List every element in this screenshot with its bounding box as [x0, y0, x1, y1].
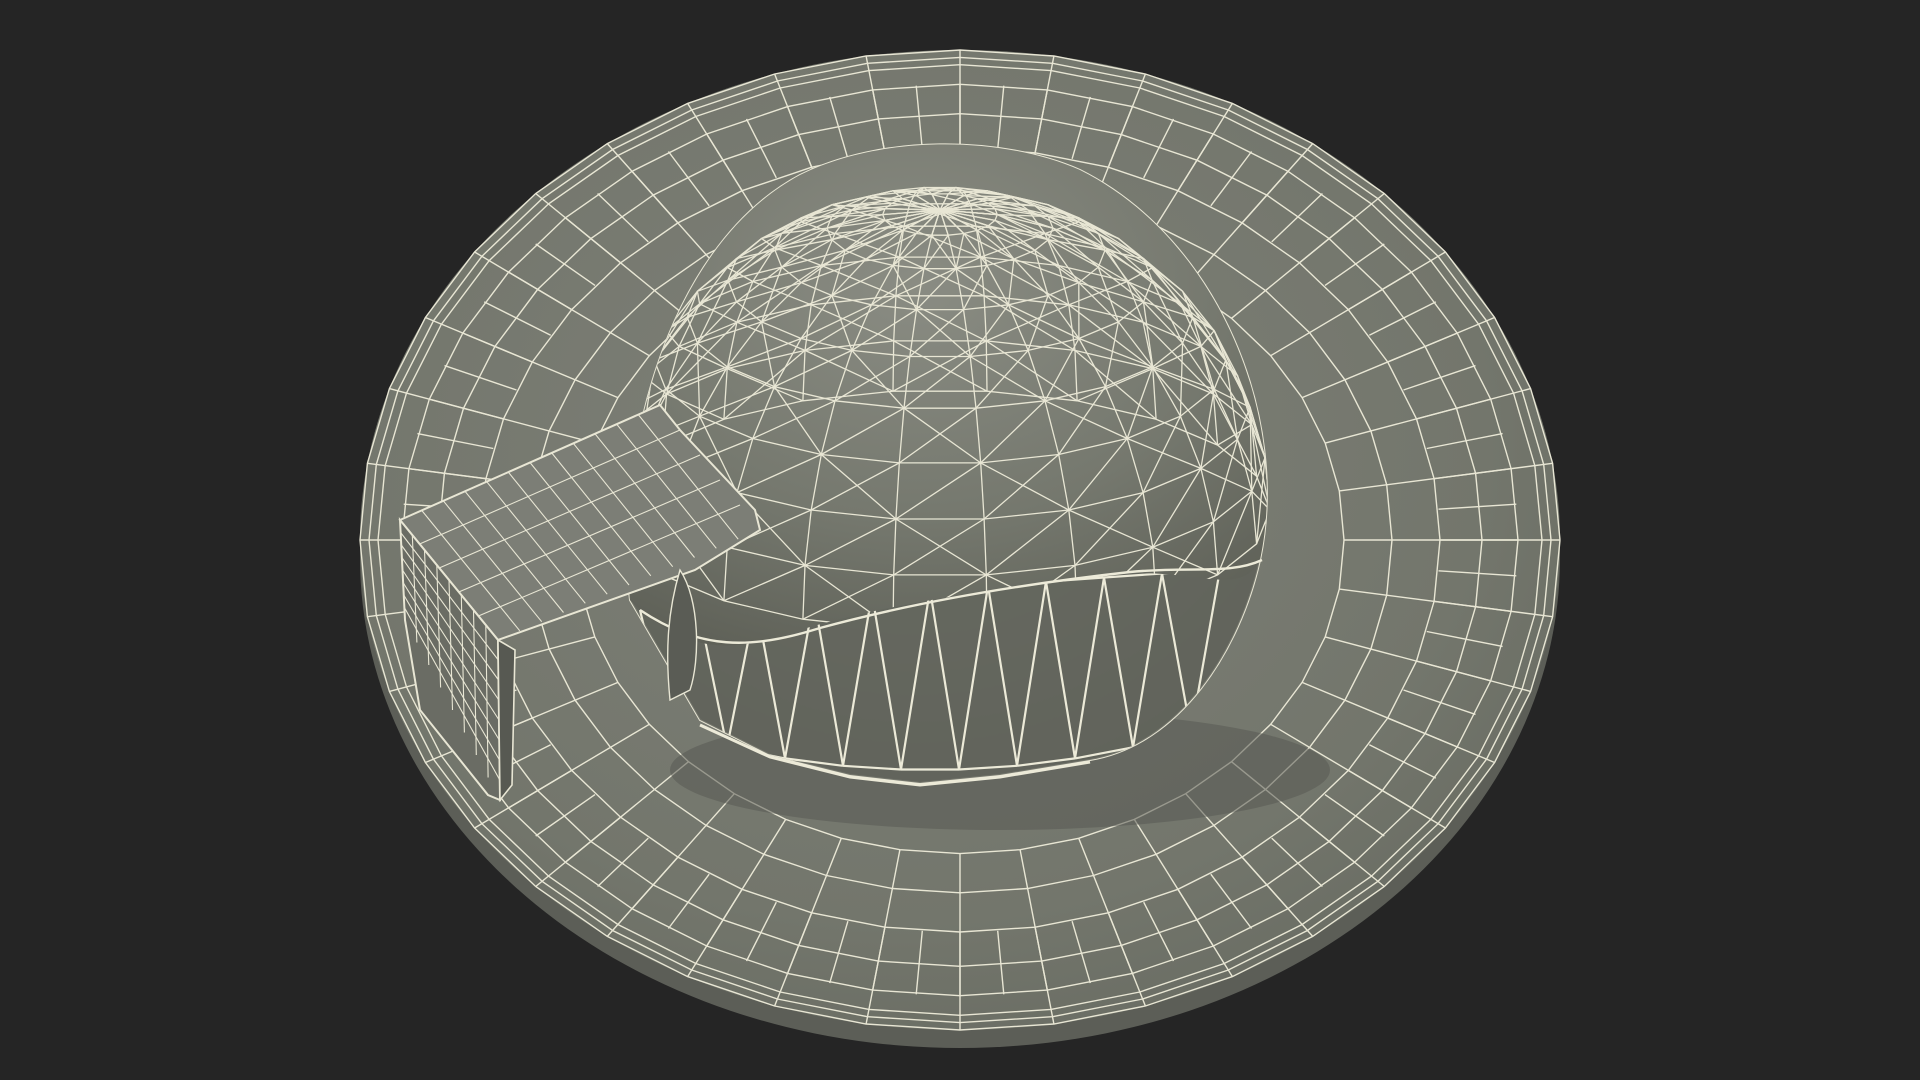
render-viewport [0, 0, 1920, 1080]
tunnel-front-edge [497, 638, 516, 803]
igloo-wireframe-render [0, 0, 1920, 1080]
